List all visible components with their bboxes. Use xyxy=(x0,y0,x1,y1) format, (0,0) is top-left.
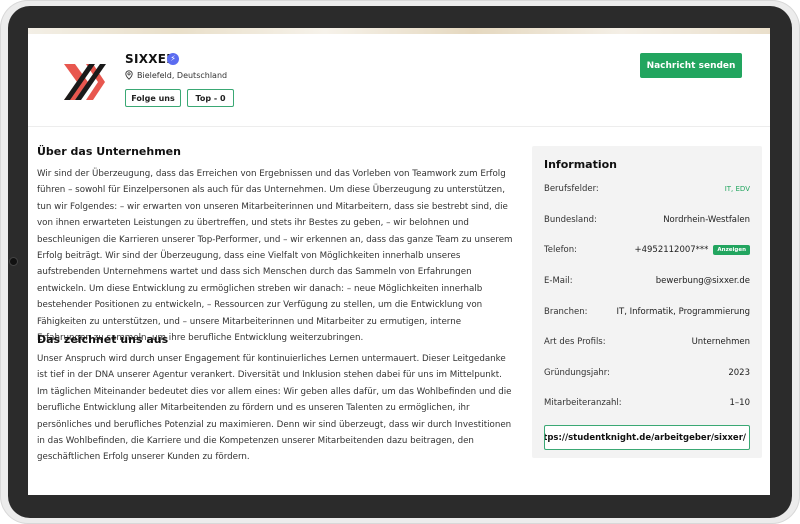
info-value: IT, Informatik, Programmierung xyxy=(616,307,750,317)
show-phone-button[interactable]: Anzeigen xyxy=(713,245,750,255)
company-location: Bielefeld, Deutschland xyxy=(125,70,227,80)
about-text: Wir sind der Überzeugung, dass das Errei… xyxy=(37,169,513,344)
info-label: Berufsfelder: xyxy=(544,184,599,194)
screen: SIXXER ⚡ Bielefeld, Deutschland Folge un… xyxy=(28,28,770,495)
distinct-heading: Das zeichnet uns aus xyxy=(37,333,169,346)
location-text: Bielefeld, Deutschland xyxy=(137,70,228,80)
info-row-bundesland: Bundesland: Nordrhein-Westfalen xyxy=(544,213,750,227)
info-row-email: E-Mail: bewerbung@sixxer.de xyxy=(544,274,750,288)
verified-badge-icon: ⚡ xyxy=(167,53,179,65)
top-button[interactable]: Top - 0 xyxy=(187,89,234,107)
information-card: Information Berufsfelder: IT, EDV Bundes… xyxy=(532,146,762,458)
info-row-mitarbeiter: Mitarbeiteranzahl: 1–10 xyxy=(544,396,750,410)
info-row-branchen: Branchen: IT, Informatik, Programmierung xyxy=(544,305,750,319)
information-heading: Information xyxy=(544,158,617,171)
phone-group: +4952112007*** Anzeigen xyxy=(634,245,750,255)
info-label: Art des Profils: xyxy=(544,337,606,347)
info-value[interactable]: IT, EDV xyxy=(725,185,750,193)
info-label: Branchen: xyxy=(544,307,588,317)
info-row-gruendung: Gründungsjahr: 2023 xyxy=(544,366,750,380)
camera-dot xyxy=(10,258,17,265)
profile-url-field[interactable]: https://studentknight.de/arbeitgeber/six… xyxy=(544,425,750,450)
send-message-button[interactable]: Nachricht senden xyxy=(640,53,742,78)
info-label: Bundesland: xyxy=(544,215,597,225)
info-value: 2023 xyxy=(728,368,750,378)
info-row-profil: Art des Profils: Unternehmen xyxy=(544,335,750,349)
header-divider xyxy=(28,126,770,127)
info-label: Telefon: xyxy=(544,245,578,255)
tablet-frame: SIXXER ⚡ Bielefeld, Deutschland Folge un… xyxy=(0,0,800,524)
info-label: Mitarbeiteranzahl: xyxy=(544,398,622,408)
info-value: 1–10 xyxy=(729,398,750,408)
info-value: Nordrhein-Westfalen xyxy=(663,215,750,225)
follow-button[interactable]: Folge uns xyxy=(125,89,181,107)
company-logo xyxy=(64,64,106,100)
location-pin-icon xyxy=(125,70,133,80)
info-label: E-Mail: xyxy=(544,276,573,286)
info-value[interactable]: bewerbung@sixxer.de xyxy=(656,276,750,286)
about-heading: Über das Unternehmen xyxy=(37,145,181,158)
header-banner-strip xyxy=(28,28,770,34)
distinct-text: Unser Anspruch wird durch unser Engageme… xyxy=(37,354,512,463)
info-label: Gründungsjahr: xyxy=(544,368,611,378)
info-value: Unternehmen xyxy=(691,337,750,347)
info-row-telefon: Telefon: +4952112007*** Anzeigen xyxy=(544,243,750,257)
info-value: +4952112007*** xyxy=(634,245,709,255)
info-row-berufsfelder: Berufsfelder: IT, EDV xyxy=(544,182,750,196)
